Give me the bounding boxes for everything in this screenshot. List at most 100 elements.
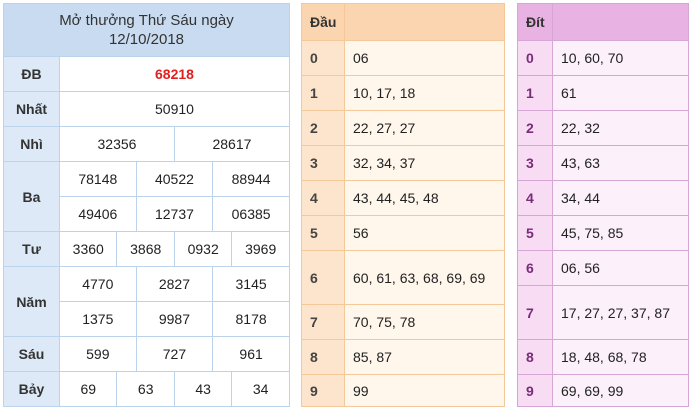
dau-digit: 4 [301,180,345,216]
dit-values: 18, 48, 68, 78 [552,339,689,375]
lottery-results-table: Mở thưởng Thứ Sáu ngày 12/10/2018 ĐB 682… [3,3,290,407]
dau-values: 70, 75, 78 [344,304,505,340]
prize-number: 63 [116,371,175,407]
dit-values: 10, 60, 70 [552,40,689,76]
dau-values: 43, 44, 45, 48 [344,180,505,216]
dau-row: 5 56 [301,215,505,251]
dit-digit: 7 [517,285,553,340]
dit-row: 9 69, 69, 99 [517,374,689,407]
prize-label-db: ĐB [3,56,60,92]
prize-label-nam: Năm [3,266,60,337]
prize-number: 8178 [212,301,290,337]
dau-row: 4 43, 44, 45, 48 [301,180,505,216]
dau-row: 3 32, 34, 37 [301,145,505,181]
dau-values: 85, 87 [344,339,505,375]
dau-digit: 6 [301,250,345,305]
prize-number: 32356 [59,126,175,162]
dit-row: 5 45, 75, 85 [517,215,689,251]
dit-digit: 1 [517,75,553,111]
dit-values: 69, 69, 99 [552,374,689,407]
dau-values: 06 [344,40,505,76]
dau-values: 60, 61, 63, 68, 69, 69 [344,250,505,305]
dau-header-row: Đầu [301,3,505,41]
results-title: Mở thưởng Thứ Sáu ngày [59,12,234,29]
prize-row-bay: Bảy 69 63 43 34 [3,371,290,407]
lottery-results-panel: Mở thưởng Thứ Sáu ngày 12/10/2018 ĐB 682… [3,3,290,407]
dit-values: 61 [552,75,689,111]
prize-label-tu: Tư [3,231,60,267]
prize-label-ba: Ba [3,161,60,232]
dit-values: 06, 56 [552,250,689,286]
dit-digit: 5 [517,215,553,251]
dau-row: 7 70, 75, 78 [301,304,505,340]
prize-number: 78148 [59,161,137,197]
prize-row-db: ĐB 68218 [3,56,290,92]
dit-digit: 6 [517,250,553,286]
special-prize-number: 68218 [59,56,290,92]
results-header: Mở thưởng Thứ Sáu ngày 12/10/2018 [3,3,290,57]
dit-values: 45, 75, 85 [552,215,689,251]
dit-row: 3 43, 63 [517,145,689,181]
prize-number: 727 [135,336,214,372]
results-date: 12/10/2018 [108,31,185,48]
dit-table: Đít 0 10, 60, 70 1 61 2 22, 32 3 43, 63 4 34,… [517,3,689,407]
prize-number: 40522 [135,161,214,197]
dit-digit: 0 [517,40,553,76]
dau-digit: 9 [301,374,345,407]
dit-header-blank [552,3,689,41]
dau-values: 56 [344,215,505,251]
prize-label-nhi: Nhì [3,126,60,162]
prize-number: 88944 [212,161,290,197]
prize-number: 3360 [58,231,118,267]
prize-number: 28617 [173,126,290,162]
prize-number: 3868 [116,231,175,267]
dau-row: 2 22, 27, 27 [301,110,505,146]
dit-row: 0 10, 60, 70 [517,40,689,76]
prize-number: 3145 [212,266,290,302]
prize-number: 06385 [212,196,290,232]
dau-digit: 3 [301,145,345,181]
dit-header-row: Đít [517,3,689,41]
dau-header-blank [344,3,505,41]
dau-digit: 5 [301,215,345,251]
prize-number: 599 [59,336,137,372]
dit-digit: 9 [517,374,553,407]
dau-digit: 7 [301,304,345,340]
dau-header: Đầu [301,3,345,41]
dau-digit: 2 [301,110,345,146]
dit-values: 43, 63 [552,145,689,181]
dau-row: 0 06 [301,40,505,76]
prize-number: 961 [212,336,290,372]
prize-label-nhat: Nhất [3,91,60,127]
prize-row-sau: Sáu 599 727 961 [3,336,290,372]
dau-values: 99 [344,374,505,407]
prize-number: 3969 [231,231,290,267]
dau-row: 8 85, 87 [301,339,505,375]
dau-table: Đầu 0 06 1 10, 17, 18 2 22, 27, 27 3 32, 34,… [301,3,505,407]
prize-row-nam-1: Năm 4770 2827 3145 [3,266,290,337]
dit-digit: 3 [517,145,553,181]
prize-row-tu: Tư 3360 3868 0932 3969 [3,231,290,267]
dit-row: 1 61 [517,75,689,111]
dit-row: 2 22, 32 [517,110,689,146]
prize-number: 9987 [135,301,214,337]
dau-panel: Đầu 0 06 1 10, 17, 18 2 22, 27, 27 3 32, 34,… [301,3,505,407]
prize-row-ba-1: Ba 78148 40522 88944 [3,161,290,232]
dit-digit: 2 [517,110,553,146]
dau-digit: 8 [301,339,345,375]
dau-row: 9 99 [301,374,505,407]
dau-row: 6 60, 61, 63, 68, 69, 69 [301,250,505,305]
prize-number: 12737 [135,196,214,232]
dit-row: 8 18, 48, 68, 78 [517,339,689,375]
prize-number: 1375 [59,301,137,337]
dau-row: 1 10, 17, 18 [301,75,505,111]
prize-label-bay: Bảy [3,371,60,407]
prize-number: 43 [173,371,233,407]
prize-number: 34 [231,371,290,407]
dau-digit: 1 [301,75,345,111]
dit-digit: 4 [517,180,553,216]
prize-row-nhat: Nhất 50910 [3,91,290,127]
prize-row-nhi: Nhì 32356 28617 [3,126,290,162]
dit-panel: Đít 0 10, 60, 70 1 61 2 22, 32 3 43, 63 4 34,… [517,3,689,407]
prize-number: 4770 [59,266,137,302]
